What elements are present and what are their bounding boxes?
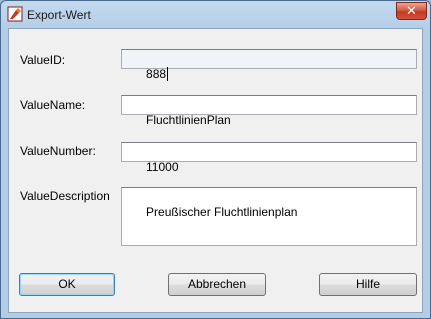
value-name-field[interactable]: FluchtlinienPlan	[121, 95, 417, 127]
value-description-label: ValueDescription	[20, 189, 110, 203]
value-number-field[interactable]: 11000	[121, 142, 417, 174]
dialog-window: Export-Wert ✕ ValueID: 888 ValueName: Fl…	[0, 0, 431, 319]
dialog-body: ValueID: 888 ValueName: FluchtlinienPlan…	[8, 28, 423, 313]
cancel-button[interactable]: Abbrechen	[168, 273, 266, 296]
app-icon	[7, 6, 23, 22]
value-id-label: ValueID:	[20, 53, 66, 67]
help-button[interactable]: Hilfe	[319, 273, 417, 296]
window-title: Export-Wert	[27, 8, 91, 22]
close-button[interactable]: ✕	[396, 2, 427, 20]
value-name-label: ValueName:	[20, 98, 86, 112]
value-number-text: 11000	[146, 160, 179, 174]
value-description-text: Preußischer Fluchtlinienplan	[146, 205, 298, 219]
value-name-text: FluchtlinienPlan	[146, 113, 231, 127]
value-id-text: 888	[146, 67, 167, 81]
text-cursor	[167, 67, 169, 81]
close-icon: ✕	[406, 3, 417, 18]
value-number-label: ValueNumber:	[20, 144, 96, 158]
title-bar[interactable]: Export-Wert ✕	[1, 1, 430, 28]
value-description-field[interactable]: Preußischer Fluchtlinienplan	[121, 187, 417, 246]
value-id-field[interactable]: 888	[121, 49, 417, 81]
ok-button[interactable]: OK	[19, 273, 115, 296]
